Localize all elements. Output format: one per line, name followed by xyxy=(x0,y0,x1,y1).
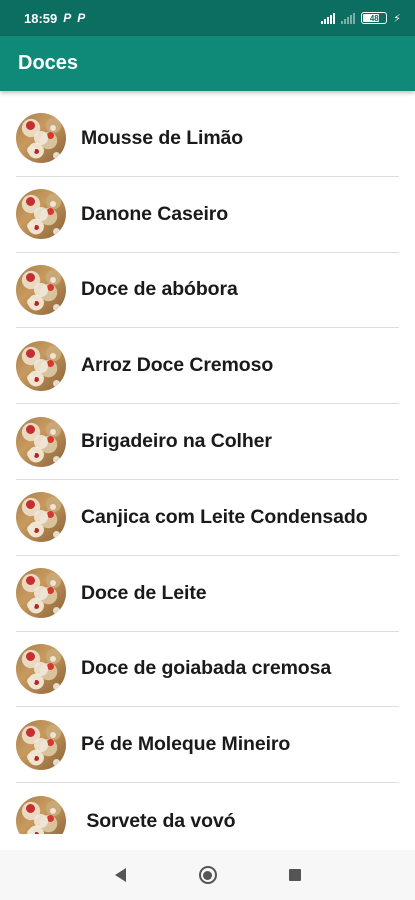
page-title: Doces xyxy=(18,52,79,74)
recipe-list[interactable]: Mousse de Limão Danone Caseiro Doce de a… xyxy=(0,91,415,834)
recipe-thumbnail xyxy=(16,264,66,315)
charging-icon: ⚡ xyxy=(393,12,401,25)
recipe-thumbnail xyxy=(16,492,66,543)
recipe-title: Doce de goiabada cremosa xyxy=(81,657,332,680)
recipe-thumbnail xyxy=(16,113,66,164)
list-item[interactable]: Pé de Moleque Mineiro xyxy=(16,707,399,784)
recipe-title: Sorvete da vovó xyxy=(81,809,236,832)
app-bar: Doces xyxy=(0,36,415,91)
recipe-title: Arroz Doce Cremoso xyxy=(81,354,274,377)
recipe-thumbnail xyxy=(16,643,66,694)
status-bar: 18:59 P P 48 ⚡ xyxy=(0,0,415,36)
recipe-thumbnail xyxy=(16,416,66,467)
recipe-title: Pé de Moleque Mineiro xyxy=(81,733,291,756)
notification-icon: P xyxy=(63,11,72,25)
recipe-title: Doce de Leite xyxy=(81,581,207,604)
signal-icon xyxy=(321,12,336,24)
recipe-thumbnail xyxy=(16,340,66,391)
list-item[interactable]: Mousse de Limão xyxy=(16,101,399,177)
recents-icon xyxy=(288,869,301,881)
home-icon xyxy=(198,866,217,884)
recipe-title: Danone Caseiro xyxy=(81,202,229,225)
list-item[interactable]: Sorvete da vovó xyxy=(16,783,399,834)
recents-button[interactable] xyxy=(251,850,338,900)
recipe-title: Mousse de Limão xyxy=(81,126,244,149)
notification-icon: P xyxy=(77,11,86,25)
home-button[interactable] xyxy=(164,850,251,900)
navigation-bar xyxy=(0,850,415,900)
list-item[interactable]: Doce de abóbora xyxy=(16,253,399,329)
list-item[interactable]: Danone Caseiro xyxy=(16,177,399,253)
recipe-title: Brigadeiro na Colher xyxy=(81,430,272,453)
recipe-thumbnail xyxy=(16,189,66,240)
back-button[interactable] xyxy=(77,850,164,900)
list-item[interactable]: Canjica com Leite Condensado xyxy=(16,480,399,556)
recipe-title: Doce de abóbora xyxy=(81,278,238,301)
list-item[interactable]: Arroz Doce Cremoso xyxy=(16,328,399,405)
list-item[interactable]: Doce de Leite xyxy=(16,556,399,632)
battery-icon: 48 xyxy=(361,12,388,24)
status-time: 18:59 xyxy=(24,10,58,26)
list-item[interactable]: Doce de goiabada cremosa xyxy=(16,632,399,708)
recipe-title: Canjica com Leite Condensado xyxy=(81,505,368,528)
signal-weak-icon xyxy=(341,12,356,24)
recipe-thumbnail xyxy=(16,719,66,770)
back-icon xyxy=(115,868,126,882)
recipe-thumbnail xyxy=(16,568,66,619)
recipe-thumbnail xyxy=(16,796,66,834)
list-item[interactable]: Brigadeiro na Colher xyxy=(16,404,399,480)
battery-level: 48 xyxy=(369,13,379,23)
